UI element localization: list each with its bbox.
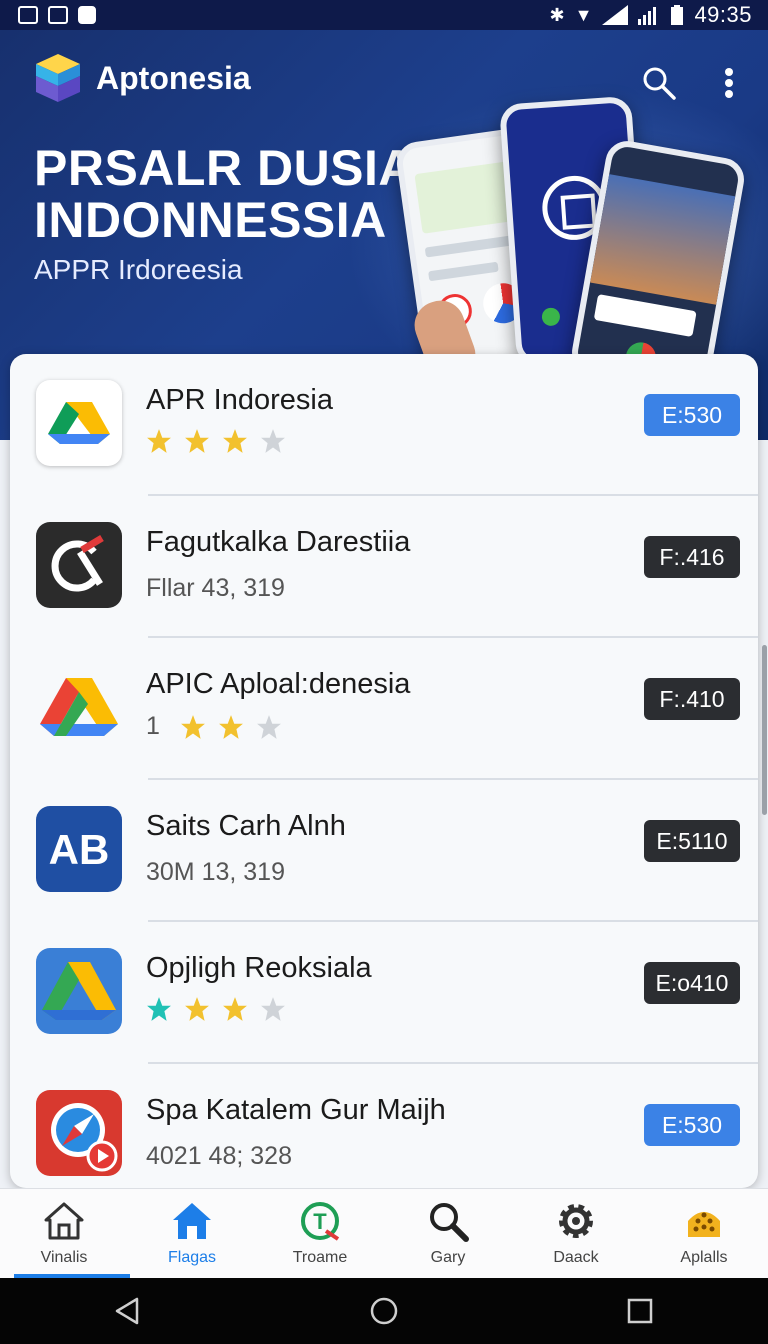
- active-tab-indicator: [14, 1274, 130, 1278]
- nav-label: Daack: [553, 1249, 599, 1266]
- star-filled-icon: [180, 714, 205, 739]
- google-drive-icon: [36, 948, 122, 1034]
- list-item[interactable]: Fagutkalka Darestiia Fllar 43, 319 F:.41…: [10, 496, 758, 638]
- scrollbar[interactable]: [762, 645, 767, 815]
- star-filled-icon: [147, 429, 171, 453]
- clock-app-icon: [36, 522, 122, 608]
- nav-label: Gary: [430, 1249, 466, 1266]
- price-button[interactable]: F:.416: [644, 536, 740, 578]
- gear-icon: [559, 1204, 593, 1238]
- ab-app-icon: AB: [36, 806, 122, 892]
- lock-notification-icon: [78, 6, 96, 24]
- app-title: Saits Carh Alnh: [146, 810, 346, 842]
- list-item[interactable]: AB Saits Carh Alnh 30M 13, 319 E:5110: [10, 780, 758, 922]
- safari-compass-icon: [36, 1090, 122, 1176]
- nav-label: Troame: [292, 1249, 348, 1266]
- nav-item-daack[interactable]: Daack: [512, 1189, 640, 1278]
- star-filled-icon: [185, 997, 209, 1021]
- home-filled-icon: [173, 1203, 211, 1239]
- nav-label: Aplalls: [680, 1249, 728, 1266]
- back-icon[interactable]: [113, 1296, 143, 1326]
- recents-icon[interactable]: [625, 1296, 655, 1326]
- status-left: [18, 6, 96, 24]
- nav-item-troame[interactable]: T Troame: [256, 1189, 384, 1278]
- app-logo-icon: [36, 54, 80, 102]
- app-name: Aptonesia: [96, 60, 251, 96]
- rating-stars: [146, 428, 286, 454]
- battery-icon: [671, 5, 684, 25]
- cell-signal-2-icon: [638, 7, 657, 25]
- wifi-icon: ▼: [574, 5, 593, 25]
- nav-label: Vinalis: [40, 1249, 88, 1266]
- status-bar: ✱ ▼ 49:35: [0, 0, 768, 30]
- nav-label: Flagas: [167, 1249, 217, 1266]
- star-empty-icon: [261, 997, 285, 1021]
- cell-signal-icon: [602, 5, 629, 25]
- price-button[interactable]: E:5110: [644, 820, 740, 862]
- status-right: ✱ ▼ 49:35: [550, 2, 752, 28]
- star-filled-icon: [223, 997, 247, 1021]
- nav-item-gary[interactable]: Gary: [384, 1189, 512, 1278]
- nav-item-flagas[interactable]: Flagas: [128, 1189, 256, 1278]
- star-filled-icon: [147, 997, 171, 1021]
- bottom-navigation: Vinalis Flagas T Troame Gary Daack Aplal…: [0, 1188, 768, 1278]
- app-title: Fagutkalka Darestiia: [146, 526, 411, 558]
- hero-title: PRSALR DUSIA INDONNESSIA: [34, 140, 414, 248]
- app-subtitle: Fllar 43, 319: [146, 574, 285, 602]
- star-empty-icon: [256, 714, 281, 739]
- status-time: 49:35: [694, 2, 752, 27]
- svg-text:T: T: [313, 1209, 327, 1234]
- app-title: APR Indoresia: [146, 384, 333, 416]
- gallery-notification-icon: [18, 6, 38, 24]
- rating-prefix: 1: [146, 712, 160, 740]
- app-title: Opjligh Reoksiala: [146, 952, 372, 984]
- app-title: Spa Katalem Gur Maijh: [146, 1094, 446, 1126]
- google-drive-icon: [36, 664, 122, 750]
- phone-notification-icon: [48, 6, 68, 24]
- price-button[interactable]: F:.410: [644, 678, 740, 720]
- list-item[interactable]: Spa Katalem Gur Maijh 4021 48; 328 E:530: [10, 1064, 758, 1188]
- star-filled-icon: [223, 429, 247, 453]
- star-empty-icon: [261, 429, 285, 453]
- nav-item-vinalis[interactable]: Vinalis: [0, 1189, 128, 1278]
- rating-stars: [146, 996, 286, 1022]
- list-item[interactable]: APIC Aploal:denesia 1 F:.410: [10, 638, 758, 780]
- app-subtitle: 4021 48; 328: [146, 1142, 292, 1170]
- star-filled-icon: [185, 429, 209, 453]
- google-drive-icon: [36, 380, 122, 466]
- t-badge-icon: T: [301, 1202, 340, 1241]
- home-outline-icon: [44, 1202, 84, 1240]
- bluetooth-icon: ✱: [549, 5, 565, 25]
- app-title: APIC Aploal:denesia: [146, 668, 411, 700]
- apps-grid-icon: [688, 1212, 720, 1237]
- price-button[interactable]: E:530: [644, 394, 740, 436]
- phones-illustration: [394, 90, 768, 395]
- home-circle-icon[interactable]: [369, 1296, 399, 1326]
- nav-item-aplalls[interactable]: Aplalls: [640, 1189, 768, 1278]
- system-navigation-bar: [0, 1278, 768, 1344]
- list-item[interactable]: APR Indoresia E:530: [10, 354, 758, 496]
- price-button[interactable]: E:o410: [644, 962, 740, 1004]
- app-list: APR Indoresia E:530 Fagutkalka Darestiia…: [10, 354, 758, 1188]
- search-icon: [430, 1203, 469, 1242]
- hero-subtitle: APPR Irdoreesia: [34, 254, 243, 285]
- rating-stars: 1: [146, 712, 282, 741]
- star-filled-icon: [218, 714, 243, 739]
- list-item[interactable]: Opjligh Reoksiala E:o410: [10, 922, 758, 1064]
- app-subtitle: 30M 13, 319: [146, 858, 285, 886]
- svg-text:AB: AB: [49, 826, 110, 873]
- price-button[interactable]: E:530: [644, 1104, 740, 1146]
